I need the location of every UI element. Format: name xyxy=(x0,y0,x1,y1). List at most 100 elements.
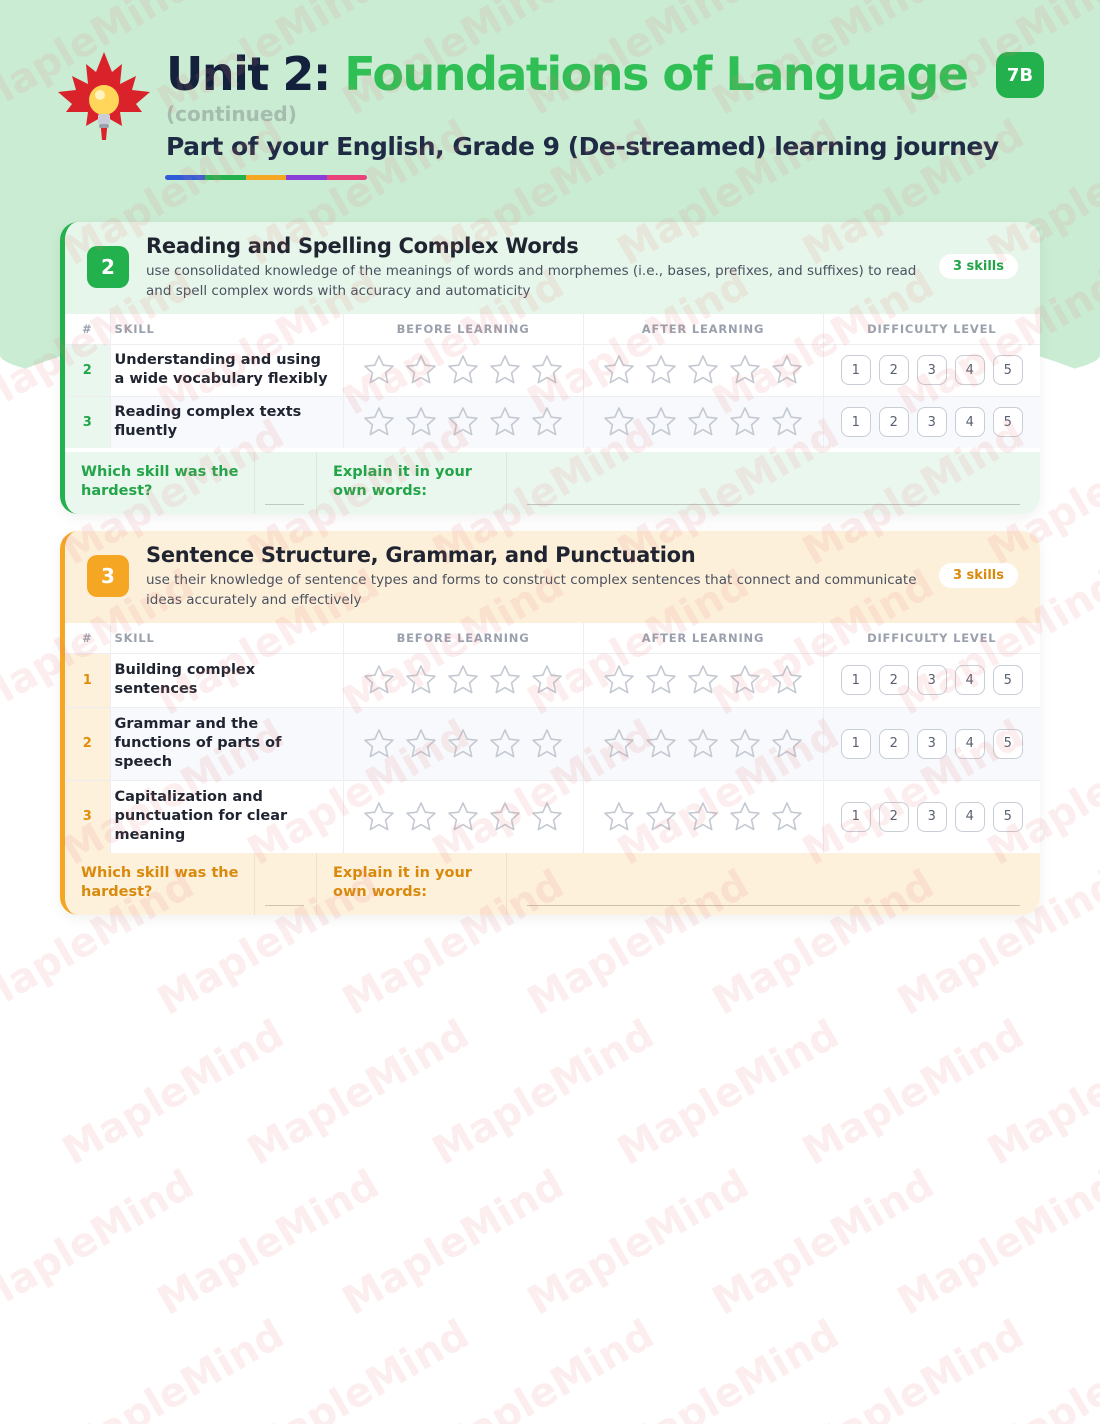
star-icon[interactable] xyxy=(446,663,480,697)
star-icon[interactable] xyxy=(362,353,396,387)
star-icon[interactable] xyxy=(770,353,804,387)
reflection-row: Which skill was the hardest? Explain it … xyxy=(65,452,1040,514)
color-bar-segment xyxy=(326,175,367,180)
section-number-badge: 3 xyxy=(87,555,129,597)
star-icon[interactable] xyxy=(446,353,480,387)
star-icon[interactable] xyxy=(488,800,522,834)
maple-leaf-lightbulb-logo xyxy=(58,52,150,140)
star-icon[interactable] xyxy=(728,800,762,834)
star-icon[interactable] xyxy=(446,800,480,834)
star-icon[interactable] xyxy=(602,800,636,834)
star-icon[interactable] xyxy=(446,405,480,439)
star-icon[interactable] xyxy=(770,800,804,834)
star-icon[interactable] xyxy=(362,800,396,834)
difficulty-option[interactable]: 1 xyxy=(840,801,871,832)
explain-prompt: Explain it in your own words: xyxy=(317,853,507,915)
star-icon[interactable] xyxy=(530,405,564,439)
star-icon[interactable] xyxy=(530,800,564,834)
col-difficulty-header: DIFFICULTY LEVEL xyxy=(823,623,1040,653)
star-icon[interactable] xyxy=(686,727,720,761)
star-icon[interactable] xyxy=(686,353,720,387)
star-icon[interactable] xyxy=(728,405,762,439)
star-icon[interactable] xyxy=(530,663,564,697)
star-icon[interactable] xyxy=(686,800,720,834)
star-icon[interactable] xyxy=(644,800,678,834)
star-icon[interactable] xyxy=(362,727,396,761)
col-skill-header: SKILL xyxy=(110,623,344,653)
star-icon[interactable] xyxy=(404,405,438,439)
difficulty-option[interactable]: 2 xyxy=(878,665,909,695)
difficulty-option[interactable]: 1 xyxy=(840,665,871,695)
star-icon[interactable] xyxy=(644,663,678,697)
difficulty-options: 12345 xyxy=(823,706,1040,780)
watermark-text: MapleMind xyxy=(610,1311,847,1424)
skills-table: # SKILL BEFORE LEARNING AFTER LEARNING D… xyxy=(65,314,1040,448)
star-icon[interactable] xyxy=(770,663,804,697)
star-icon[interactable] xyxy=(644,353,678,387)
star-icon[interactable] xyxy=(404,353,438,387)
hardest-skill-prompt: Which skill was the hardest? xyxy=(65,853,255,915)
after-stars xyxy=(583,395,824,448)
difficulty-option[interactable]: 2 xyxy=(878,801,909,832)
star-icon[interactable] xyxy=(686,405,720,439)
star-icon[interactable] xyxy=(728,353,762,387)
difficulty-option[interactable]: 2 xyxy=(878,355,909,385)
star-icon[interactable] xyxy=(686,663,720,697)
star-icon[interactable] xyxy=(530,353,564,387)
star-icon[interactable] xyxy=(770,405,804,439)
row-skill: Building complex sentences xyxy=(110,652,344,707)
hardest-skill-answer-line[interactable] xyxy=(255,452,317,514)
star-icon[interactable] xyxy=(644,727,678,761)
hardest-skill-answer-line[interactable] xyxy=(255,853,317,915)
difficulty-option[interactable]: 1 xyxy=(840,407,871,438)
row-index: 3 xyxy=(65,395,111,448)
difficulty-option[interactable]: 4 xyxy=(954,728,985,759)
star-icon[interactable] xyxy=(728,663,762,697)
star-icon[interactable] xyxy=(404,663,438,697)
difficulty-option[interactable]: 3 xyxy=(916,407,947,438)
star-icon[interactable] xyxy=(488,353,522,387)
star-icon[interactable] xyxy=(404,727,438,761)
difficulty-option[interactable]: 2 xyxy=(878,728,909,759)
difficulty-option[interactable]: 5 xyxy=(992,355,1023,385)
difficulty-option[interactable]: 3 xyxy=(916,355,947,385)
before-stars xyxy=(343,343,584,396)
difficulty-option[interactable]: 3 xyxy=(916,801,947,832)
star-icon[interactable] xyxy=(728,727,762,761)
row-skill: Understanding and using a wide vocabular… xyxy=(110,343,344,396)
star-icon[interactable] xyxy=(362,405,396,439)
table-header-row: # SKILL BEFORE LEARNING AFTER LEARNING D… xyxy=(65,623,1040,653)
difficulty-option[interactable]: 1 xyxy=(840,728,871,759)
section-description: use their knowledge of sentence types an… xyxy=(146,572,917,608)
star-icon[interactable] xyxy=(362,663,396,697)
difficulty-option[interactable]: 2 xyxy=(878,407,909,438)
difficulty-option[interactable]: 5 xyxy=(992,801,1023,832)
star-icon[interactable] xyxy=(770,727,804,761)
star-icon[interactable] xyxy=(488,727,522,761)
explain-answer-line[interactable] xyxy=(507,452,1040,514)
difficulty-option[interactable]: 4 xyxy=(954,801,985,832)
star-icon[interactable] xyxy=(602,663,636,697)
difficulty-option[interactable]: 5 xyxy=(992,665,1023,695)
star-icon[interactable] xyxy=(530,727,564,761)
star-icon[interactable] xyxy=(602,353,636,387)
difficulty-option[interactable]: 1 xyxy=(840,355,871,385)
table-header-row: # SKILL BEFORE LEARNING AFTER LEARNING D… xyxy=(65,314,1040,344)
difficulty-option[interactable]: 3 xyxy=(916,665,947,695)
difficulty-option[interactable]: 5 xyxy=(992,728,1023,759)
star-icon[interactable] xyxy=(488,405,522,439)
explain-answer-line[interactable] xyxy=(507,853,1040,915)
difficulty-option[interactable]: 5 xyxy=(992,407,1023,438)
star-icon[interactable] xyxy=(602,405,636,439)
star-icon[interactable] xyxy=(644,405,678,439)
section-title: Sentence Structure, Grammar, and Punctua… xyxy=(146,543,696,567)
difficulty-option[interactable]: 4 xyxy=(954,665,985,695)
star-icon[interactable] xyxy=(602,727,636,761)
section-title: Reading and Spelling Complex Words xyxy=(146,234,579,258)
difficulty-option[interactable]: 4 xyxy=(954,407,985,438)
difficulty-option[interactable]: 3 xyxy=(916,728,947,759)
star-icon[interactable] xyxy=(446,727,480,761)
star-icon[interactable] xyxy=(488,663,522,697)
star-icon[interactable] xyxy=(404,800,438,834)
difficulty-option[interactable]: 4 xyxy=(954,355,985,385)
